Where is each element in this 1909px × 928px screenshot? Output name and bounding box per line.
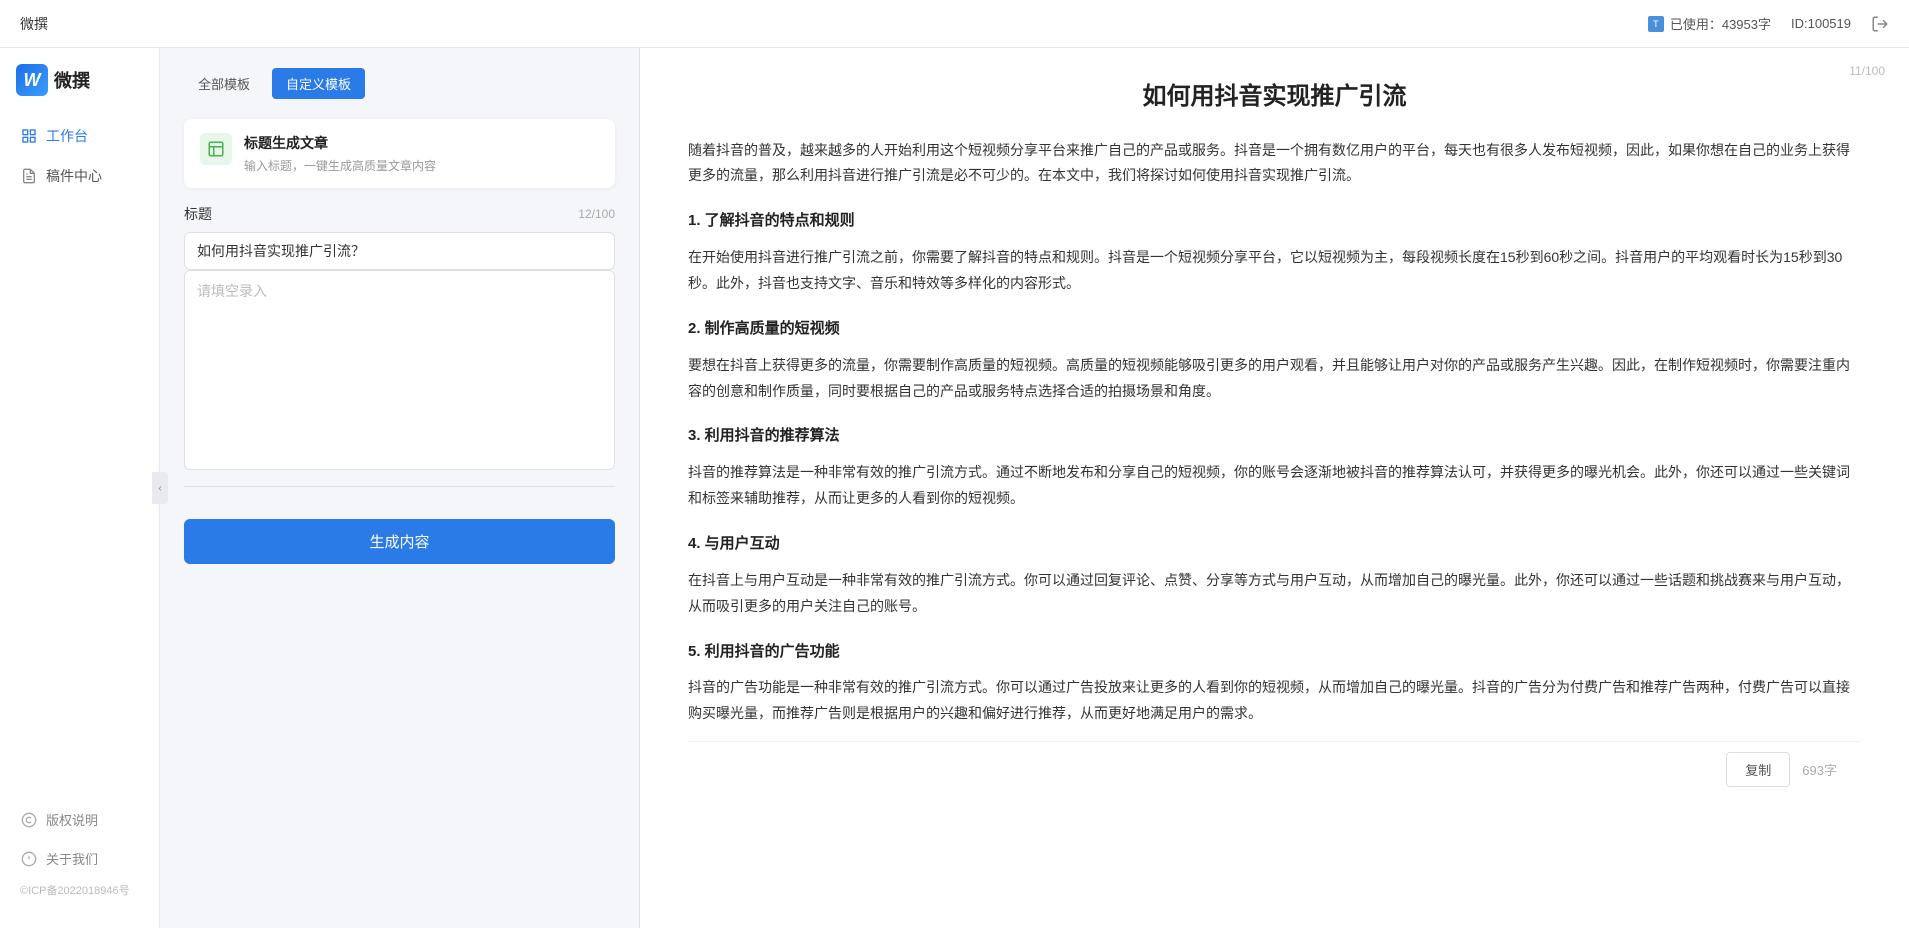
article-paragraph: 在抖音上与用户互动是一种非常有效的推广引流方式。你可以通过回复评论、点赞、分享等…	[688, 568, 1861, 620]
template-info: 标题生成文章 输入标题，一键生成高质量文章内容	[244, 133, 599, 174]
divider	[184, 486, 615, 487]
topbar-title: 微撰	[20, 14, 48, 34]
article-body: 随着抖音的普及，越来越多的人开始利用这个短视频分享平台来推广自己的产品或服务。抖…	[688, 138, 1861, 727]
drafts-icon	[20, 167, 38, 185]
logo-text: 微撰	[54, 67, 90, 93]
workbench-icon	[20, 127, 38, 145]
article-paragraph: 在开始使用抖音进行推广引流之前，你需要了解抖音的特点和规则。抖音是一个短视频分享…	[688, 245, 1861, 297]
template-tabs: 全部模板 自定义模板	[184, 68, 615, 99]
sidebar-item-drafts[interactable]: 稿件中心	[0, 156, 159, 196]
bottom-bar: 复制 693字	[688, 741, 1861, 797]
left-panel: 全部模板 自定义模板 标题生成文章 输入标题，一键生成高质量文章内容	[160, 48, 640, 928]
form-label-row: 标题 12/100	[184, 204, 615, 224]
title-input[interactable]	[184, 232, 615, 270]
article-section-heading: 5. 利用抖音的广告功能	[688, 638, 1861, 666]
sidebar-item-workbench[interactable]: 工作台	[0, 116, 159, 156]
article-section-heading: 2. 制作高质量的短视频	[688, 315, 1861, 343]
form-label: 标题	[184, 204, 212, 224]
word-count: 693字	[1802, 760, 1837, 779]
template-card[interactable]: 标题生成文章 输入标题，一键生成高质量文章内容	[184, 119, 615, 188]
workbench-label: 工作台	[46, 126, 88, 146]
template-desc: 输入标题，一键生成高质量文章内容	[244, 157, 599, 174]
page-count: 11/100	[1849, 64, 1885, 78]
textarea-body[interactable]: 请填空录入	[184, 270, 615, 470]
textarea-placeholder: 请填空录入	[197, 283, 267, 299]
copyright-label: 版权说明	[46, 810, 98, 829]
topbar-right: T 已使用：43953字 ID:100519	[1648, 14, 1889, 33]
right-panel: 11/100 如何用抖音实现推广引流 随着抖音的普及，越来越多的人开始利用这个短…	[640, 48, 1909, 928]
tab-all-templates[interactable]: 全部模板	[184, 68, 264, 99]
drafts-label: 稿件中心	[46, 166, 102, 186]
article-section-heading: 1. 了解抖音的特点和规则	[688, 207, 1861, 235]
article-paragraph: 抖音的广告功能是一种非常有效的推广引流方式。你可以通过广告投放来让更多的人看到你…	[688, 675, 1861, 727]
topbar: 微撰 T 已使用：43953字 ID:100519	[0, 0, 1909, 48]
power-button[interactable]	[1871, 15, 1889, 33]
topbar-usage: T 已使用：43953字	[1648, 14, 1771, 33]
article-section-heading: 3. 利用抖音的推荐算法	[688, 422, 1861, 450]
copyright-icon	[20, 811, 38, 829]
logo-area: W 微撰	[0, 64, 159, 116]
main-layout: W 微撰 工作台	[0, 48, 1909, 928]
copy-button[interactable]: 复制	[1726, 752, 1790, 787]
topbar-id: ID:100519	[1791, 16, 1851, 31]
article-paragraph: 随着抖音的普及，越来越多的人开始利用这个短视频分享平台来推广自己的产品或服务。抖…	[688, 138, 1861, 190]
sidebar: W 微撰 工作台	[0, 48, 160, 928]
about-icon	[20, 850, 38, 868]
article-section-heading: 4. 与用户互动	[688, 530, 1861, 558]
main-content: 全部模板 自定义模板 标题生成文章 输入标题，一键生成高质量文章内容	[160, 48, 1909, 928]
sidebar-bottom: 版权说明 关于我们 ©ICP备2022018946号	[0, 800, 159, 912]
template-name: 标题生成文章	[244, 133, 599, 153]
about-label: 关于我们	[46, 849, 98, 868]
sidebar-item-copyright[interactable]: 版权说明	[0, 800, 159, 839]
article-paragraph: 抖音的推荐算法是一种非常有效的推广引流方式。通过不断地发布和分享自己的短视频，你…	[688, 460, 1861, 512]
collapse-button[interactable]: ‹	[152, 472, 168, 504]
sidebar-item-about[interactable]: 关于我们	[0, 839, 159, 878]
tab-custom-templates[interactable]: 自定义模板	[272, 68, 365, 99]
form-count: 12/100	[578, 207, 615, 221]
usage-icon: T	[1648, 16, 1664, 32]
article-paragraph: 要想在抖音上获得更多的流量，你需要制作高质量的短视频。高质量的短视频能够吸引更多…	[688, 353, 1861, 405]
usage-label: 已使用：43953字	[1670, 14, 1771, 33]
icp-text: ©ICP备2022018946号	[0, 878, 159, 902]
logo-icon: W	[16, 64, 48, 96]
template-icon	[200, 133, 232, 165]
article-title: 如何用抖音实现推广引流	[688, 80, 1861, 114]
generate-button[interactable]: 生成内容	[184, 519, 615, 564]
